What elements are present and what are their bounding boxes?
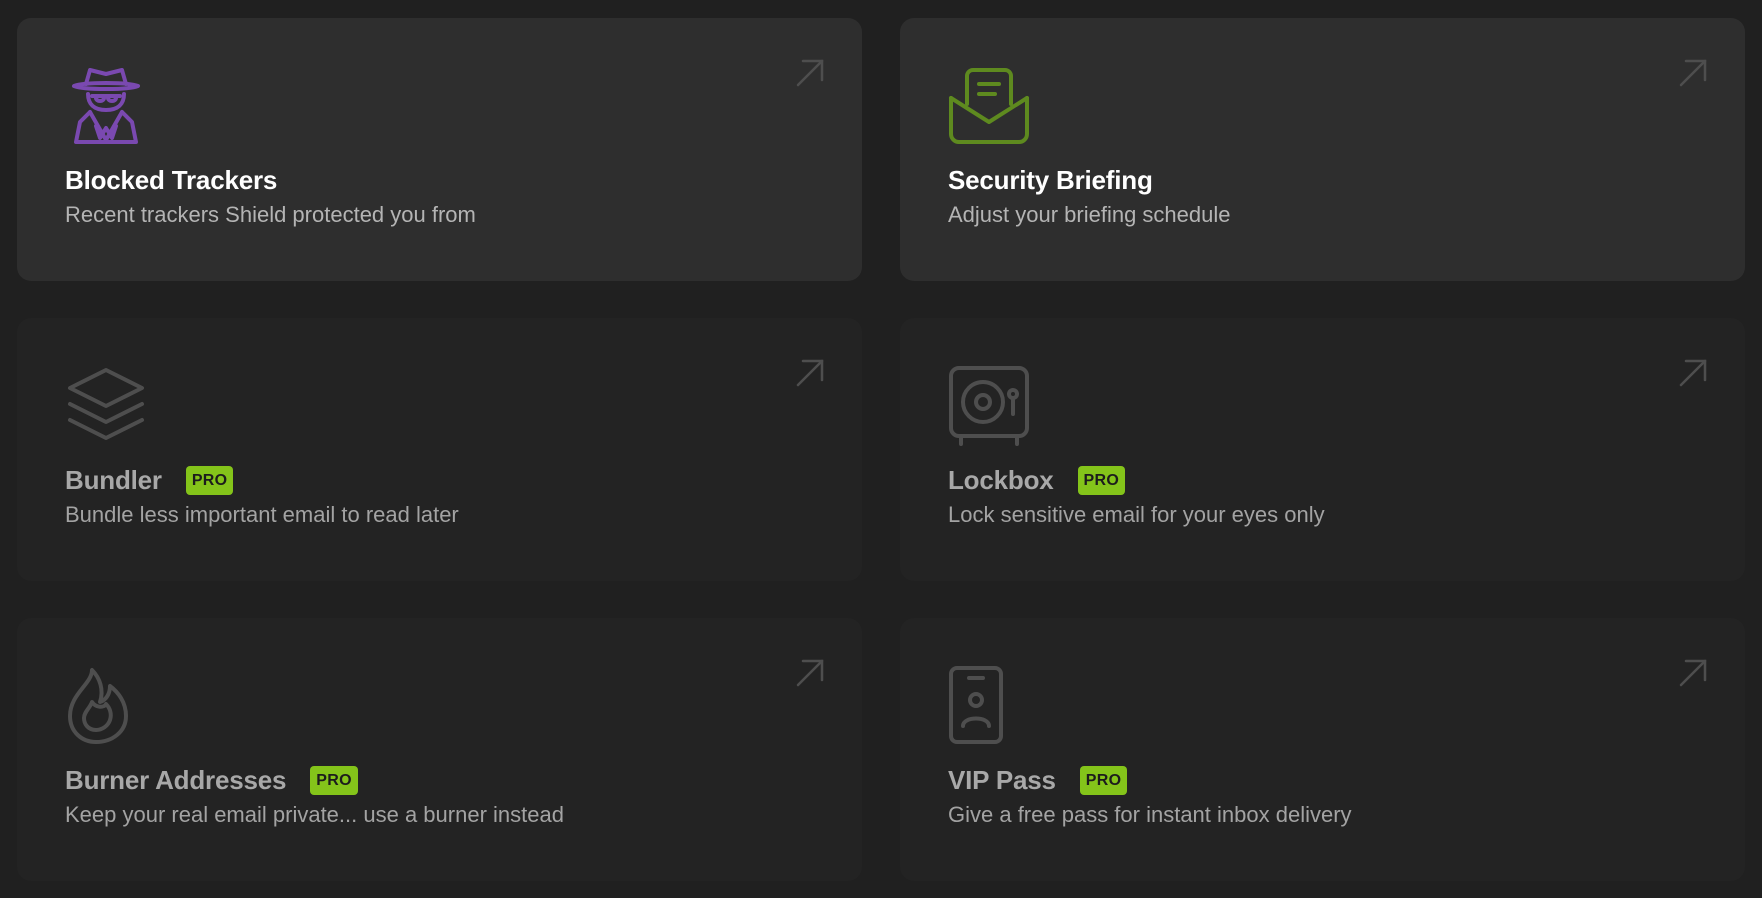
card-lockbox[interactable]: Lockbox PRO Lock sensitive email for you…: [900, 318, 1745, 581]
pro-badge: PRO: [1079, 765, 1128, 795]
card-title-row: Lockbox PRO: [948, 460, 1126, 500]
card-title-row: Blocked Trackers: [65, 160, 277, 200]
card-subtitle: Recent trackers Shield protected you fro…: [65, 202, 476, 227]
card-title: Blocked Trackers: [65, 164, 278, 195]
open-arrow-icon[interactable]: [1678, 358, 1708, 388]
card-title-row: Bundler PRO: [65, 460, 234, 500]
pro-badge: PRO: [310, 765, 358, 795]
card-subtitle: Give a free pass for instant inbox deliv…: [948, 802, 1352, 827]
card-title-row: VIP Pass PRO: [948, 760, 1128, 800]
card-vip-pass[interactable]: VIP Pass PRO Give a free pass for instan…: [900, 618, 1745, 881]
card-subtitle: Adjust your briefing schedule: [948, 202, 1231, 227]
open-arrow-icon[interactable]: [795, 358, 825, 388]
layers-icon: [64, 364, 148, 448]
envelope-letter-icon: [947, 64, 1031, 148]
spy-icon: [64, 64, 148, 148]
badge-pass-icon: [947, 664, 1031, 748]
feature-grid: Blocked Trackers Recent trackers Shield …: [17, 18, 1745, 881]
card-title: Burner Addresses: [65, 764, 287, 795]
open-arrow-icon[interactable]: [1678, 58, 1708, 88]
card-bundler[interactable]: Bundler PRO Bundle less important email …: [17, 318, 862, 581]
card-subtitle: Lock sensitive email for your eyes only: [948, 502, 1325, 527]
card-security-briefing[interactable]: Security Briefing Adjust your briefing s…: [900, 18, 1745, 281]
safe-icon: [947, 364, 1031, 448]
pro-badge: PRO: [1077, 465, 1126, 495]
pro-badge: PRO: [185, 465, 234, 495]
card-title: VIP Pass: [948, 764, 1056, 795]
open-arrow-icon[interactable]: [1678, 658, 1708, 688]
card-title: Security Briefing: [948, 164, 1153, 195]
flame-icon: [64, 664, 148, 748]
open-arrow-icon[interactable]: [795, 658, 825, 688]
card-title-row: Security Briefing: [948, 160, 1153, 200]
card-burner-addresses[interactable]: Burner Addresses PRO Keep your real emai…: [17, 618, 862, 881]
card-subtitle: Bundle less important email to read late…: [65, 502, 459, 527]
card-subtitle: Keep your real email private... use a bu…: [65, 802, 564, 827]
open-arrow-icon[interactable]: [795, 58, 825, 88]
card-blocked-trackers[interactable]: Blocked Trackers Recent trackers Shield …: [17, 18, 862, 281]
card-title: Lockbox: [948, 464, 1054, 495]
card-title: Bundler: [65, 464, 162, 495]
card-title-row: Burner Addresses PRO: [65, 760, 358, 800]
